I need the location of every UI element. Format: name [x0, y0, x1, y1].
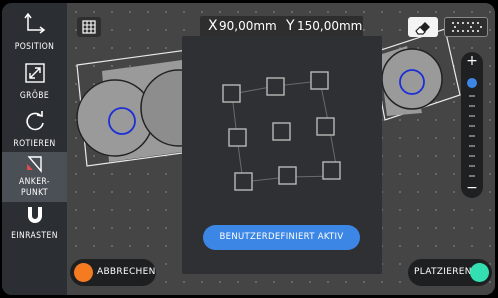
anchor-bottom-center[interactable] [278, 166, 297, 185]
zoom-out-button[interactable]: − [461, 180, 483, 196]
sidebar-item-ankerpunkt[interactable]: ANKER- PUNKT [2, 152, 67, 202]
sidebar-item-rotieren[interactable]: ROTIEREN [2, 106, 67, 152]
zoom-track [469, 95, 475, 177]
cancel-dot-icon [74, 263, 93, 282]
anchor-center[interactable] [272, 122, 291, 141]
sidebar-item-groesse[interactable]: GRÖBE [2, 58, 67, 104]
dot-grid-icon [452, 22, 482, 32]
sidebar-item-label: EINRASTEN [11, 231, 58, 241]
sidebar-item-label-line1: ANKER- [19, 177, 50, 187]
sidebar-item-label: ROTIEREN [13, 139, 56, 149]
resize-icon [25, 63, 45, 83]
place-label: PLATZIEREN [414, 267, 472, 277]
anchor-bottom-left[interactable] [234, 172, 253, 191]
grid-icon [82, 20, 96, 34]
eraser-icon [415, 22, 430, 35]
magnet-icon [28, 207, 42, 223]
anchor-middle-left[interactable] [228, 128, 247, 147]
grid-toggle-button[interactable] [77, 17, 101, 37]
sidebar-item-label: GRÖBE [19, 91, 50, 101]
sidebar: POSITION GRÖBE ROTIEREN ANKER- PUNKT EIN… [2, 3, 67, 295]
y-value: 150,00mm [297, 19, 363, 33]
anchor-middle-right[interactable] [316, 117, 335, 136]
anchor-top-center[interactable] [266, 77, 285, 96]
sidebar-item-label-line2: PUNKT [21, 188, 48, 198]
sidebar-item-label: POSITION [14, 42, 55, 52]
zoom-handle[interactable] [467, 78, 477, 88]
sidebar-item-position[interactable]: POSITION [2, 9, 67, 55]
custom-anchor-active-button[interactable]: BENUTZERDEFINIERT AKTIV [203, 225, 360, 250]
y-prefix: Y [286, 18, 295, 34]
anchor-point-icon [27, 156, 42, 173]
x-value: 90,00mm [219, 19, 277, 33]
eraser-button[interactable] [408, 17, 438, 37]
app-frame: POSITION GRÖBE ROTIEREN ANKER- PUNKT EIN… [2, 3, 495, 295]
right-object[interactable] [371, 28, 461, 121]
anchor-point-selector [222, 71, 341, 191]
sidebar-item-einrasten[interactable]: EINRASTEN [2, 200, 67, 244]
anchor-top-right[interactable] [310, 71, 329, 90]
dot-grid-button[interactable] [444, 17, 488, 37]
coordinate-readout: X 90,00mm Y 150,00mm [200, 16, 363, 37]
cancel-label: ABBRECHEN [97, 267, 156, 277]
x-prefix: X [208, 18, 218, 34]
cancel-button[interactable]: ABBRECHEN [70, 259, 156, 286]
place-button[interactable]: PLATZIEREN [408, 259, 492, 286]
rotate-icon [26, 111, 44, 131]
anchor-bottom-right[interactable] [322, 161, 341, 180]
move-arrows-icon [24, 13, 46, 34]
anchor-top-left[interactable] [222, 84, 241, 103]
place-dot-icon [470, 263, 489, 282]
zoom-slider[interactable]: + − [461, 52, 483, 198]
